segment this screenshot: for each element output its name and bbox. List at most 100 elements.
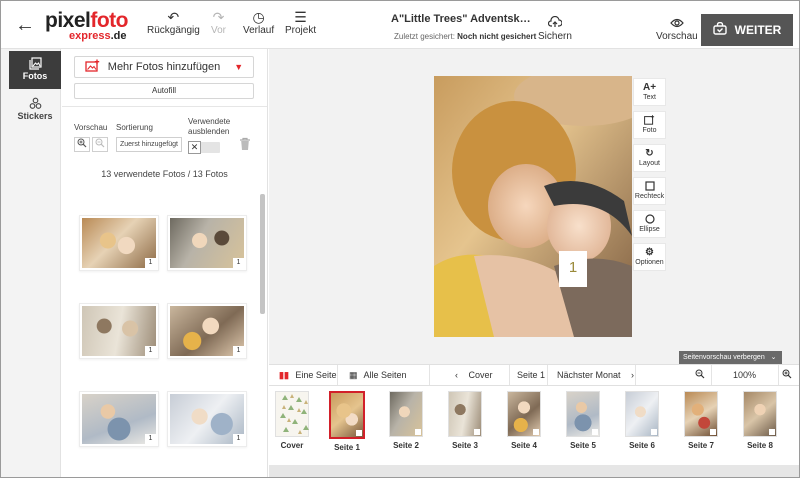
chevron-left-icon: ‹ bbox=[455, 370, 458, 380]
layout-icon: ↻ bbox=[645, 148, 654, 159]
cloud-upload-icon bbox=[538, 15, 572, 31]
ellipse-tool[interactable]: Ellipse bbox=[633, 210, 666, 238]
project-label: Projekt bbox=[285, 25, 317, 36]
page-thumb-7[interactable]: Seite 7 bbox=[678, 391, 724, 450]
preview-size-label: Vorschau bbox=[74, 123, 108, 132]
page-thumb-8[interactable]: Seite 8 bbox=[737, 391, 783, 450]
page-thumb-6[interactable]: Seite 6 bbox=[619, 391, 665, 450]
date-number-box[interactable]: 1 bbox=[559, 251, 587, 287]
redo-label: Vor bbox=[211, 25, 227, 36]
page-thumb-4[interactable]: Seite 4 bbox=[501, 391, 547, 450]
redo-button[interactable]: ↷ Vor bbox=[211, 9, 226, 36]
page-thumb-5[interactable]: Seite 5 bbox=[560, 391, 606, 450]
grid-icon: ▦ bbox=[349, 370, 358, 380]
autofill-button[interactable]: Autofill bbox=[74, 83, 254, 99]
hide-preview-label: Seitenvorschau verbergen bbox=[683, 354, 765, 361]
date-number: 1 bbox=[568, 259, 578, 276]
trash-icon[interactable] bbox=[239, 137, 251, 151]
page-navigation-bar: ▮▮ Eine Seite ▦ Alle Seiten ‹ Cover Seit… bbox=[269, 364, 799, 386]
add-text-tool[interactable]: A+ Text bbox=[633, 78, 666, 106]
rectangle-icon bbox=[634, 181, 665, 193]
back-arrow-icon[interactable]: ← bbox=[15, 15, 35, 35]
logo-text-express: express bbox=[69, 30, 111, 42]
page-number-chip bbox=[415, 429, 421, 435]
rail-item-photos[interactable]: Fotos bbox=[9, 51, 61, 89]
options-tool[interactable]: ⚙ Optionen bbox=[633, 243, 666, 271]
history-label: Verlauf bbox=[243, 25, 275, 36]
all-pages-view-button[interactable]: ▦ Alle Seiten bbox=[349, 365, 407, 385]
add-photos-button[interactable]: Mehr Fotos hinzufügen ▼ bbox=[74, 56, 254, 78]
page-thumb-cover[interactable]: Cover bbox=[269, 391, 315, 450]
save-button[interactable]: Sichern bbox=[538, 15, 572, 42]
sort-label: Sortierung bbox=[116, 123, 153, 132]
project-button[interactable]: ☰ Projekt bbox=[285, 9, 316, 36]
panel-divider bbox=[62, 106, 267, 107]
single-page-label: Eine Seite bbox=[295, 370, 337, 380]
add-photo-tool[interactable]: Foto bbox=[633, 111, 666, 139]
hide-page-preview-button[interactable]: Seitenvorschau verbergen ⌄ bbox=[679, 351, 782, 364]
eye-icon bbox=[656, 15, 698, 31]
photo-thumbnail[interactable]: 1 bbox=[79, 303, 159, 359]
page-number-chip bbox=[474, 429, 480, 435]
page-2-thumbnail bbox=[389, 391, 423, 437]
photo-thumbnail[interactable]: 1 bbox=[79, 215, 159, 271]
sort-select[interactable]: Zuerst hinzugefügt bbox=[116, 137, 182, 152]
editor-canvas: 1 A+ Text Foto ↻ Layout Rechteck Ellipse… bbox=[269, 49, 799, 364]
tool-label-options: Optionen bbox=[635, 259, 664, 266]
save-status-prefix: Zuletzt gesichert: bbox=[394, 32, 455, 41]
usage-badge: 1 bbox=[145, 346, 156, 356]
magnifier-plus-icon bbox=[77, 138, 87, 148]
page-strip-scrollbar[interactable] bbox=[269, 465, 799, 477]
zoom-out-thumbs-button[interactable] bbox=[92, 137, 108, 152]
page-6-thumbnail bbox=[625, 391, 659, 437]
photo-thumbnail[interactable]: 1 bbox=[167, 391, 247, 447]
next-label: WEITER bbox=[734, 23, 782, 37]
page-thumb-2[interactable]: Seite 2 bbox=[383, 391, 429, 450]
hide-used-toggle[interactable]: ✕ bbox=[188, 141, 220, 154]
next-button[interactable]: WEITER bbox=[701, 14, 793, 46]
project-title[interactable]: A"Little Trees" Adventskalender ... bbox=[391, 13, 531, 25]
tool-label-text: Text bbox=[643, 94, 656, 101]
history-button[interactable]: ◷ Verlauf bbox=[243, 9, 274, 36]
close-icon: ✕ bbox=[188, 141, 201, 154]
chevron-right-icon: › bbox=[631, 370, 635, 380]
page-label-1: Seite 1 bbox=[334, 443, 360, 452]
left-rail: Fotos Stickers bbox=[1, 49, 61, 477]
brand-logo[interactable]: pixelfoto express.de bbox=[45, 10, 137, 44]
magnifier-minus-icon bbox=[95, 138, 105, 148]
panel-scrollbar[interactable] bbox=[260, 194, 265, 314]
next-page-label: Nächster Monat bbox=[557, 370, 621, 380]
page-thumb-3[interactable]: Seite 3 bbox=[442, 391, 488, 450]
rectangle-tool[interactable]: Rechteck bbox=[633, 177, 666, 205]
photo-thumbnail[interactable]: 1 bbox=[79, 391, 159, 447]
tool-label-rectangle: Rechteck bbox=[634, 193, 665, 200]
page-label-6: Seite 6 bbox=[629, 441, 655, 450]
page-8-thumbnail bbox=[743, 391, 777, 437]
next-page-button[interactable]: Nächster Monat › bbox=[557, 365, 634, 385]
page-thumb-1[interactable]: Seite 1 bbox=[324, 391, 370, 452]
sliders-icon: ☰ bbox=[294, 9, 307, 25]
page-number-chip bbox=[651, 429, 657, 435]
nav-divider bbox=[547, 365, 548, 385]
photo-panel: Mehr Fotos hinzufügen ▼ Autofill Vorscha… bbox=[62, 49, 268, 477]
previous-page-button[interactable]: ‹ Cover bbox=[455, 365, 493, 385]
photo-thumbnail[interactable]: 1 bbox=[167, 215, 247, 271]
preview-button[interactable]: Vorschau bbox=[656, 15, 698, 42]
save-status-value: Noch nicht gesichert bbox=[457, 32, 537, 41]
photo-thumbnail[interactable]: 1 bbox=[167, 303, 247, 359]
photos-icon bbox=[9, 57, 61, 71]
side-toolbar: A+ Text Foto ↻ Layout Rechteck Ellipse ⚙… bbox=[633, 78, 666, 276]
page-photo[interactable] bbox=[434, 76, 632, 337]
layout-tool[interactable]: ↻ Layout bbox=[633, 144, 666, 172]
history-icon: ◷ bbox=[252, 9, 265, 25]
rail-item-stickers[interactable]: Stickers bbox=[9, 91, 61, 129]
logo-text-de: .de bbox=[110, 30, 127, 42]
single-page-view-button[interactable]: ▮▮ Eine Seite bbox=[279, 365, 336, 385]
undo-button[interactable]: ↶ Rückgängig bbox=[147, 9, 200, 36]
calendar-page[interactable]: 1 bbox=[434, 76, 632, 337]
zoom-in-button[interactable] bbox=[782, 365, 792, 385]
save-label: Sichern bbox=[538, 31, 572, 42]
zoom-out-button[interactable] bbox=[695, 365, 705, 385]
zoom-in-thumbs-button[interactable] bbox=[74, 137, 90, 152]
page-strip: Cover Seite 1 Seite 2 Seite 3 Seite 4 Se… bbox=[269, 386, 799, 466]
